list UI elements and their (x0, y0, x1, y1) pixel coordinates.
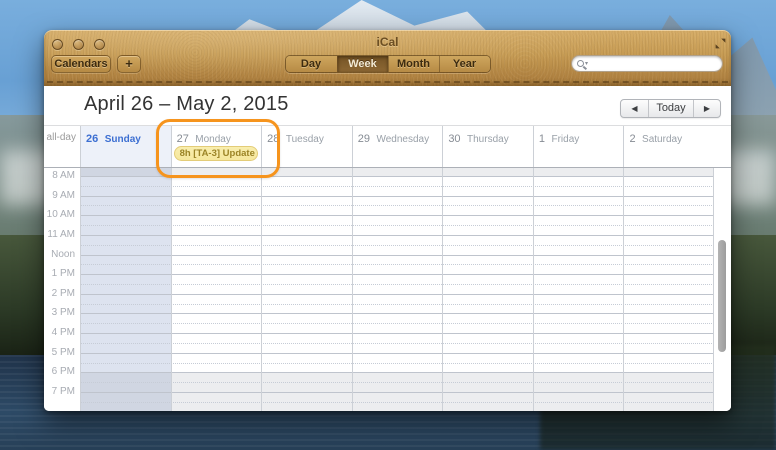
all-day-event[interactable]: 8h [TA-3] Update s… (174, 146, 259, 161)
day-number: 30 (448, 133, 460, 145)
column-separator (352, 168, 353, 411)
prev-week-button[interactable]: ◀ (621, 100, 648, 117)
half-hour-gridline (80, 205, 714, 206)
day-name: Tuesday (286, 134, 324, 145)
day-header-friday[interactable]: 1 Friday (533, 126, 624, 167)
half-hour-gridline (80, 363, 714, 364)
hour-gridline (80, 196, 714, 197)
early-hours-shading (80, 168, 714, 176)
day-header-saturday[interactable]: 2 Saturday (623, 126, 714, 167)
tab-month[interactable]: Month (388, 56, 439, 72)
window-title: iCal (44, 35, 731, 49)
calendars-button[interactable]: Calendars (51, 55, 111, 73)
half-hour-gridline (80, 225, 714, 226)
tab-day[interactable]: Day (286, 56, 337, 72)
day-number: 27 (177, 133, 189, 145)
header-scroll-gap (714, 126, 731, 167)
column-separator (80, 168, 81, 411)
hour-gridline (80, 215, 714, 216)
day-number: 29 (358, 133, 370, 145)
next-week-button[interactable]: ▶ (693, 100, 720, 117)
time-label: 8 AM (52, 171, 75, 181)
hour-gridline (80, 274, 714, 275)
hour-gridline (80, 333, 714, 334)
half-hour-gridline (80, 382, 714, 383)
search-options-caret-icon: ▾ (585, 60, 588, 67)
day-number: 28 (267, 133, 279, 145)
day-name: Saturday (642, 134, 682, 145)
hour-gridline (80, 235, 714, 236)
leather-stitching (47, 81, 728, 83)
day-name: Sunday (105, 134, 141, 145)
time-label: 2 PM (52, 289, 75, 299)
day-name: Thursday (467, 134, 509, 145)
date-navigation: ◀ Today ▶ (620, 99, 721, 118)
ical-window: iCal Calendars + Day Week Month Year ▾ A… (44, 30, 731, 411)
day-header-row: all-day 26 Sunday 27 Monday 8h [TA-3] Up… (44, 125, 731, 168)
half-hour-gridline (80, 402, 714, 403)
window-titlebar[interactable]: iCal Calendars + Day Week Month Year ▾ (44, 30, 731, 86)
half-hour-gridline (80, 343, 714, 344)
fullscreen-icon[interactable] (715, 36, 726, 47)
column-separator (442, 168, 443, 411)
hour-gridline (80, 353, 714, 354)
grid-columns[interactable] (80, 168, 714, 411)
column-separator (261, 168, 262, 411)
column-separator (171, 168, 172, 411)
half-hour-gridline (80, 245, 714, 246)
search-field[interactable]: ▾ (571, 55, 723, 72)
week-range-title: April 26 – May 2, 2015 (84, 93, 289, 116)
search-input[interactable] (591, 58, 717, 70)
hour-gridline (80, 313, 714, 314)
view-switcher: Day Week Month Year (285, 55, 491, 73)
day-header-thursday[interactable]: 30 Thursday (442, 126, 533, 167)
hour-gridline (80, 176, 714, 177)
day-name: Wednesday (376, 134, 429, 145)
calendar-content: April 26 – May 2, 2015 ◀ Today ▶ all-day… (44, 86, 731, 411)
hour-gridline (80, 294, 714, 295)
hour-gridline (80, 372, 714, 373)
time-label: 1 PM (52, 269, 75, 279)
column-separator (623, 168, 624, 411)
add-calendar-button[interactable]: + (117, 55, 141, 73)
time-label: Noon (51, 250, 75, 260)
half-hour-gridline (80, 186, 714, 187)
day-header-wednesday[interactable]: 29 Wednesday (352, 126, 443, 167)
day-header-monday[interactable]: 27 Monday 8h [TA-3] Update s… (171, 126, 262, 167)
scrollbar-track[interactable] (714, 168, 731, 411)
scrollbar-thumb[interactable] (718, 240, 726, 352)
column-separator (533, 168, 534, 411)
day-number: 2 (629, 133, 635, 145)
day-name: Friday (551, 134, 579, 145)
time-gutter: 8 AM 9 AM 10 AM 11 AM Noon 1 PM 2 PM 3 PM 4 PM 5 … (44, 168, 80, 411)
search-icon (577, 60, 584, 67)
day-number: 1 (539, 133, 545, 145)
time-label: 3 PM (52, 308, 75, 318)
hour-gridline (80, 392, 714, 393)
time-label: 11 AM (47, 230, 75, 240)
tab-week[interactable]: Week (337, 56, 388, 72)
week-grid: 8 AM 9 AM 10 AM 11 AM Noon 1 PM 2 PM 3 PM 4 PM 5 … (44, 168, 731, 411)
day-number: 26 (86, 133, 98, 145)
half-hour-gridline (80, 284, 714, 285)
calendar-header: April 26 – May 2, 2015 ◀ Today ▶ (44, 86, 731, 125)
day-header-tuesday[interactable]: 28 Tuesday (261, 126, 352, 167)
tab-year[interactable]: Year (439, 56, 490, 72)
time-label: 6 PM (52, 367, 75, 377)
time-label: 10 AM (47, 210, 75, 220)
half-hour-gridline (80, 264, 714, 265)
time-label: 4 PM (52, 328, 75, 338)
hour-gridline (80, 255, 714, 256)
day-header-sunday[interactable]: 26 Sunday (80, 126, 171, 167)
day-name: Monday (195, 134, 231, 145)
all-day-label: all-day (44, 126, 80, 167)
half-hour-gridline (80, 323, 714, 324)
time-label: 7 PM (52, 387, 75, 397)
time-label: 5 PM (52, 348, 75, 358)
time-label: 9 AM (52, 191, 75, 201)
half-hour-gridline (80, 304, 714, 305)
today-button[interactable]: Today (648, 100, 693, 117)
